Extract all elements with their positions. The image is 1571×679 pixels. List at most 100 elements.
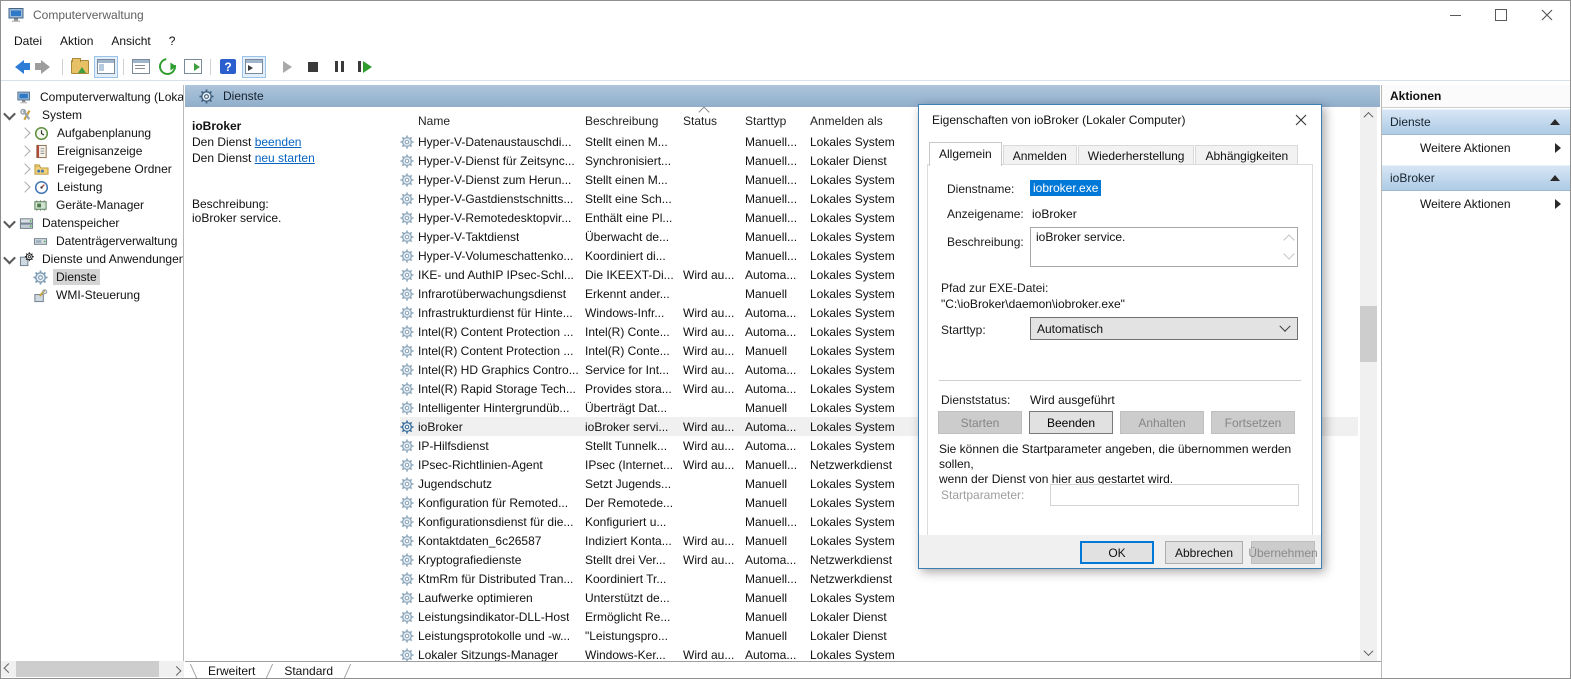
expanded-chevron-icon[interactable] bbox=[3, 215, 16, 228]
start-service-button[interactable] bbox=[275, 56, 299, 78]
show-action-pane-button[interactable] bbox=[242, 55, 266, 78]
tree-item-freigegebene-ordner[interactable]: Freigegebene Ordner bbox=[1, 160, 183, 178]
forward-button[interactable] bbox=[33, 56, 57, 78]
tree-item-wmi-steuerung[interactable]: WMI-Steuerung bbox=[1, 286, 183, 304]
cell-beschreibung: Erkennt ander... bbox=[585, 286, 670, 301]
cell-starttyp: Manuell... bbox=[745, 210, 798, 225]
scroll-down-button[interactable] bbox=[1360, 644, 1377, 661]
tab-erweitert[interactable]: Erweitert bbox=[202, 664, 261, 678]
scroll-up-button[interactable] bbox=[1360, 107, 1377, 124]
cancel-button[interactable]: Abbrechen bbox=[1165, 541, 1243, 564]
tab-anmelden[interactable]: Anmelden bbox=[1002, 145, 1077, 166]
tree-item-system[interactable]: System bbox=[1, 106, 183, 124]
dialog-close-button[interactable] bbox=[1281, 105, 1321, 135]
maximize-button[interactable] bbox=[1478, 1, 1524, 29]
cell-starttyp: Manuell bbox=[745, 400, 788, 415]
tree-item-leistung[interactable]: Leistung bbox=[1, 178, 183, 196]
scroll-left-button[interactable] bbox=[1, 661, 16, 677]
restart-service-link[interactable]: neu starten bbox=[255, 151, 315, 165]
export-list-button[interactable] bbox=[181, 56, 205, 78]
stop-button[interactable]: Beenden bbox=[1029, 411, 1113, 434]
apply-button[interactable]: Übernehmen bbox=[1248, 541, 1318, 564]
collapsed-chevron-icon[interactable] bbox=[19, 163, 31, 175]
menu-aktion[interactable]: Aktion bbox=[51, 29, 102, 53]
wmi-icon bbox=[33, 288, 48, 303]
startup-type-dropdown[interactable]: Automatisch bbox=[1030, 317, 1298, 340]
help-button[interactable]: ? bbox=[216, 56, 240, 78]
stop-service-link[interactable]: beenden bbox=[255, 135, 302, 149]
table-row[interactable]: KtmRm für Distributed Tran... Koordinier… bbox=[400, 569, 1358, 588]
cell-name: Hyper-V-Dienst zum Herun... bbox=[418, 172, 572, 187]
scroll-up-icon[interactable] bbox=[1283, 234, 1295, 246]
tree-item-datentraegerverwaltung[interactable]: Datenträgerverwaltung bbox=[1, 232, 183, 250]
tree-item-dienste-und-anwendungen[interactable]: Dienste und Anwendungen bbox=[1, 250, 183, 268]
actions-section-dienste[interactable]: Dienste bbox=[1382, 109, 1570, 135]
properties-button[interactable] bbox=[129, 56, 153, 78]
column-header-beschreibung[interactable]: Beschreibung bbox=[585, 114, 658, 128]
menu-help[interactable]: ? bbox=[160, 29, 185, 53]
tree-item-ereignisanzeige[interactable]: Ereignisanzeige bbox=[1, 142, 183, 160]
service-name-value[interactable]: iobroker.exe bbox=[1030, 180, 1102, 196]
cell-starttyp: Manuell bbox=[745, 533, 788, 548]
table-row[interactable]: Leistungsprotokolle und -w... "Leistungs… bbox=[400, 626, 1358, 645]
collapsed-chevron-icon[interactable] bbox=[19, 181, 31, 193]
show-console-tree-button[interactable] bbox=[94, 55, 118, 78]
tree-horizontal-scrollbar[interactable] bbox=[1, 661, 184, 677]
pause-service-button[interactable] bbox=[327, 56, 351, 78]
scrollbar-thumb[interactable] bbox=[1360, 306, 1377, 362]
resume-button[interactable]: Fortsetzen bbox=[1211, 411, 1295, 434]
column-header-name[interactable]: Name bbox=[418, 114, 450, 128]
cell-starttyp: Automa... bbox=[745, 552, 797, 567]
collapsed-chevron-icon[interactable] bbox=[19, 127, 31, 139]
table-row[interactable]: Laufwerke optimieren Unterstützt de... M… bbox=[400, 588, 1358, 607]
description-textbox[interactable]: ioBroker service. bbox=[1030, 227, 1298, 267]
refresh-button[interactable] bbox=[155, 54, 179, 79]
tree-item-datenspeicher[interactable]: Datenspeicher bbox=[1, 214, 183, 232]
collapsed-chevron-icon[interactable] bbox=[19, 145, 31, 157]
collapse-section-icon[interactable] bbox=[1550, 119, 1560, 125]
scroll-right-button[interactable] bbox=[169, 661, 184, 677]
actions-section-iobroker[interactable]: ioBroker bbox=[1382, 165, 1570, 191]
list-vertical-scrollbar[interactable] bbox=[1360, 107, 1377, 661]
menu-datei[interactable]: Datei bbox=[5, 29, 51, 53]
column-header-status[interactable]: Status bbox=[683, 114, 717, 128]
weitere-aktionen-iobroker[interactable]: Weitere Aktionen bbox=[1382, 191, 1570, 216]
cell-beschreibung: Konfiguriert u... bbox=[585, 514, 667, 529]
tools-icon bbox=[19, 108, 34, 123]
weitere-aktionen-dienste[interactable]: Weitere Aktionen bbox=[1382, 135, 1570, 160]
column-header-anmelden-als[interactable]: Anmelden als bbox=[810, 114, 883, 128]
column-header-starttyp[interactable]: Starttyp bbox=[745, 114, 786, 128]
close-button[interactable] bbox=[1524, 1, 1570, 29]
event-viewer-icon bbox=[34, 144, 49, 159]
menu-ansicht[interactable]: Ansicht bbox=[102, 29, 159, 53]
collapse-section-icon[interactable] bbox=[1550, 175, 1560, 181]
dialog-tabstrip: Allgemein Anmelden Wiederherstellung Abh… bbox=[929, 142, 1299, 166]
minimize-button[interactable] bbox=[1432, 1, 1478, 29]
expanded-chevron-icon[interactable] bbox=[3, 107, 16, 120]
stop-service-button[interactable] bbox=[301, 56, 325, 78]
table-row[interactable]: Leistungsindikator-DLL-Host Ermöglicht R… bbox=[400, 607, 1358, 626]
tree-item-computerverwaltung[interactable]: Computerverwaltung (Lokal) bbox=[1, 88, 183, 106]
start-button[interactable]: Starten bbox=[938, 411, 1022, 434]
tab-standard[interactable]: Standard bbox=[278, 664, 339, 678]
pause-button[interactable]: Anhalten bbox=[1120, 411, 1204, 434]
tree-item-dienste[interactable]: Dienste bbox=[1, 268, 183, 286]
scrollbar-thumb[interactable] bbox=[16, 661, 159, 677]
cell-status: Wird au... bbox=[683, 552, 735, 567]
tree-item-geraete-manager[interactable]: Geräte-Manager bbox=[1, 196, 183, 214]
table-row[interactable]: Lokaler Sitzungs-Manager Windows-Ker... … bbox=[400, 645, 1358, 661]
tab-wiederherstellung[interactable]: Wiederherstellung bbox=[1077, 145, 1195, 166]
up-one-level-button[interactable] bbox=[68, 56, 92, 78]
expanded-chevron-icon[interactable] bbox=[3, 251, 16, 264]
ok-button[interactable]: OK bbox=[1080, 541, 1154, 564]
restart-service-button[interactable] bbox=[353, 56, 377, 78]
tab-abhaengigkeiten[interactable]: Abhängigkeiten bbox=[1195, 145, 1299, 166]
cell-beschreibung: Enthält eine Pl... bbox=[585, 210, 673, 225]
back-button[interactable] bbox=[7, 56, 31, 78]
properties-icon bbox=[132, 59, 150, 74]
tab-allgemein[interactable]: Allgemein bbox=[929, 142, 1002, 166]
start-parameters-input[interactable] bbox=[1050, 484, 1299, 506]
scroll-down-icon[interactable] bbox=[1283, 248, 1295, 260]
play-icon bbox=[282, 60, 292, 73]
tree-item-aufgabenplanung[interactable]: Aufgabenplanung bbox=[1, 124, 183, 142]
